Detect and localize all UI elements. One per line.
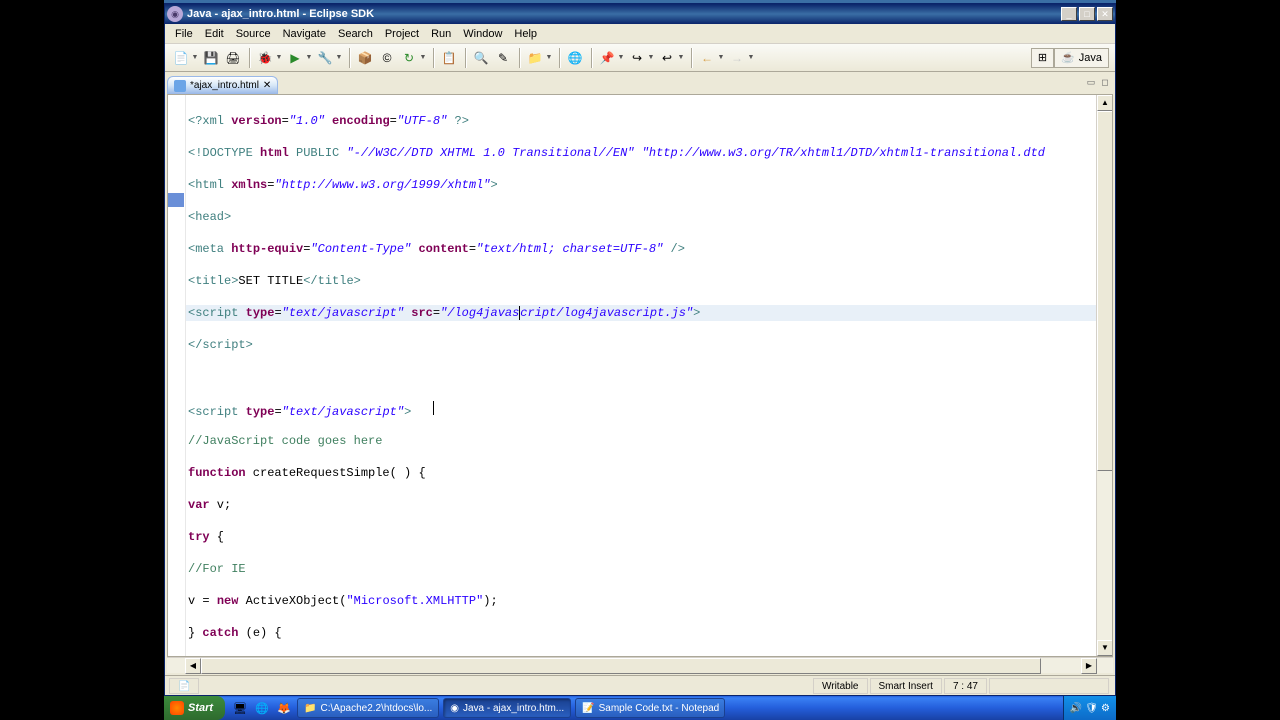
forward-dropdown[interactable]: ▼ [747,48,755,68]
vertical-scrollbar[interactable]: ▲ ▼ [1096,95,1112,656]
tray-icon-3[interactable]: ⚙ [1101,703,1110,714]
new-dropdown[interactable]: ▼ [191,48,199,68]
menu-window[interactable]: Window [457,26,508,42]
nav-dropdown[interactable]: ▼ [647,48,655,68]
minimize-button[interactable]: _ [1061,7,1077,21]
eclipse-window: ◉ Java - ajax_intro.html - Eclipse SDK _… [164,3,1116,696]
refresh-button[interactable]: ↻ [399,48,419,68]
task-notepad[interactable]: 📝 Sample Code.txt - Notepad [575,698,725,718]
tray-icon-1[interactable]: 🔊 [1070,703,1082,714]
task-explorer[interactable]: 📁 C:\Apache2.2\htdocs\lo... [297,698,439,718]
print-button[interactable]: 🖨 [223,48,243,68]
menu-search[interactable]: Search [332,26,379,42]
menu-run[interactable]: Run [425,26,457,42]
nav2-button[interactable]: ↩ [657,48,677,68]
folder-icon: 📁 [304,703,316,714]
window-title: Java - ajax_intro.html - Eclipse SDK [187,8,1061,20]
menu-source[interactable]: Source [230,26,277,42]
scroll-down-button[interactable]: ▼ [1097,640,1113,656]
editor-tabs: *ajax_intro.html ✕ ▭ ◻ [167,74,1113,94]
horizontal-scrollbar[interactable]: ◀ ▶ [167,657,1113,673]
new-package-button[interactable]: 📦 [355,48,375,68]
close-button[interactable]: ✕ [1097,7,1113,21]
debug-dropdown[interactable]: ▼ [275,48,283,68]
start-button[interactable]: Start [164,696,225,720]
maximize-button[interactable]: □ [1079,7,1095,21]
refresh-dropdown[interactable]: ▼ [419,48,427,68]
nav-button[interactable]: ↪ [627,48,647,68]
pin-button[interactable]: 📌 [597,48,617,68]
open-type-button[interactable]: 📋 [439,48,459,68]
maximize-view-button[interactable]: ◻ [1099,76,1111,88]
menubar: File Edit Source Navigate Search Project… [165,24,1115,44]
titlebar[interactable]: ◉ Java - ajax_intro.html - Eclipse SDK _… [165,4,1115,24]
back-dropdown[interactable]: ▼ [717,48,725,68]
windows-icon [170,701,184,715]
java-perspective-button[interactable]: ☕ Java [1054,48,1109,68]
status-position: 7 : 47 [944,678,987,694]
html-file-icon [174,80,186,92]
menu-file[interactable]: File [169,26,199,42]
java-icon: ☕ [1061,51,1075,64]
open-perspective-button[interactable]: ⊞ [1031,48,1054,68]
external-dropdown[interactable]: ▼ [335,48,343,68]
back-button[interactable]: ← [697,48,717,68]
tab-close-icon[interactable]: ✕ [263,80,271,91]
system-tray[interactable]: 🔊 🛡 ⚙ [1063,696,1116,720]
taskbar: Start 🖥 🌐 🦊 📁 C:\Apache2.2\htdocs\lo... … [164,696,1116,720]
annotate-button[interactable]: ✎ [493,48,513,68]
scroll-left-button[interactable]: ◀ [185,658,201,674]
secondary-cursor [433,401,434,415]
web-button[interactable]: 🌐 [565,48,585,68]
scroll-thumb-h[interactable] [201,658,1041,674]
statusbar: 📄 Writable Smart Insert 7 : 47 [165,675,1115,695]
scroll-right-button[interactable]: ▶ [1081,658,1097,674]
tab-ajax-intro[interactable]: *ajax_intro.html ✕ [167,76,278,94]
search-button[interactable]: 🔍 [471,48,491,68]
external-tools-button[interactable]: 🔧 [315,48,335,68]
toolbar: 📄▼ 💾 🖨 🐞▼ ▶▼ 🔧▼ 📦 © ↻▼ 📋 🔍 ✎ 📁▼ 🌐 📌▼ ↪▼ … [165,44,1115,72]
menu-navigate[interactable]: Navigate [277,26,332,42]
eclipse-task-icon: ◉ [450,703,459,714]
save-button[interactable]: 💾 [201,48,221,68]
new-class-button[interactable]: © [377,48,397,68]
status-insert: Smart Insert [870,678,942,694]
forward-button[interactable]: → [727,48,747,68]
status-empty [989,678,1109,694]
gutter[interactable] [168,95,186,656]
status-writable: Writable [813,678,868,694]
tray-icon-2[interactable]: 🛡 [1085,703,1098,714]
run-dropdown[interactable]: ▼ [305,48,313,68]
folder-dropdown[interactable]: ▼ [545,48,553,68]
quicklaunch-firefox[interactable]: 🦊 [274,698,294,718]
task-eclipse[interactable]: ◉ Java - ajax_intro.htm... [443,698,571,718]
tab-label: *ajax_intro.html [190,80,259,91]
status-icon: 📄 [169,678,199,694]
menu-edit[interactable]: Edit [199,26,230,42]
code-content[interactable]: <?xml version="1.0" encoding="UTF-8" ?> … [186,95,1096,656]
notepad-icon: 📝 [582,703,594,714]
quicklaunch-desktop[interactable]: 🖥 [230,698,250,718]
nav2-dropdown[interactable]: ▼ [677,48,685,68]
scroll-up-button[interactable]: ▲ [1097,95,1113,111]
run-button[interactable]: ▶ [285,48,305,68]
eclipse-icon: ◉ [167,6,183,22]
debug-button[interactable]: 🐞 [255,48,275,68]
folder-button[interactable]: 📁 [525,48,545,68]
editor-area[interactable]: <?xml version="1.0" encoding="UTF-8" ?> … [167,94,1113,657]
pin-dropdown[interactable]: ▼ [617,48,625,68]
scroll-thumb-v[interactable] [1097,111,1113,471]
quicklaunch-ie[interactable]: 🌐 [252,698,272,718]
new-button[interactable]: 📄 [171,48,191,68]
menu-project[interactable]: Project [379,26,425,42]
menu-help[interactable]: Help [508,26,543,42]
minimize-view-button[interactable]: ▭ [1085,76,1097,88]
gutter-marker [168,193,184,207]
